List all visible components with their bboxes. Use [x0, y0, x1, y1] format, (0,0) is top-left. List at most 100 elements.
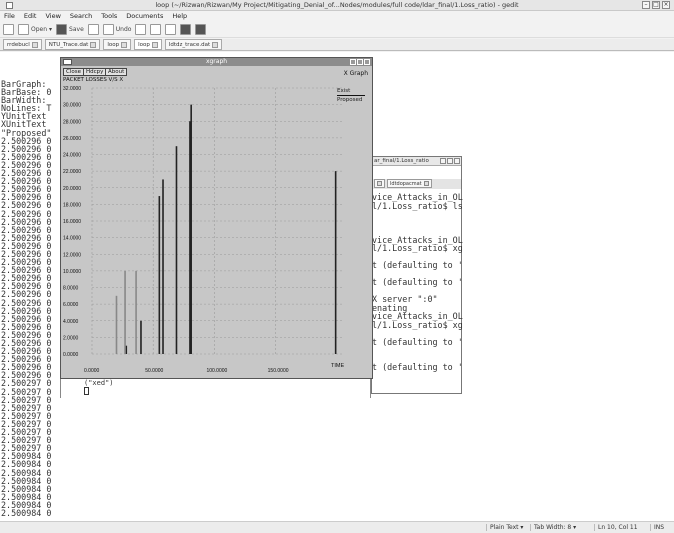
bar-chart: 0.0000 2.0000 4.0000 6.0000 8.0000 10.0000 12.… — [63, 86, 344, 374]
close-button[interactable]: × — [662, 1, 670, 9]
tab-label: loop — [138, 41, 150, 48]
tab-width-selector[interactable]: Tab Width: 8 ▾ — [530, 524, 579, 531]
find-button[interactable] — [180, 23, 192, 35]
maximize-button[interactable]: □ — [652, 1, 660, 9]
menu-tools[interactable]: Tools — [101, 12, 117, 21]
tab-label: ldtdz_trace.dat — [168, 41, 211, 48]
cut-button[interactable] — [150, 23, 162, 35]
close-icon[interactable] — [90, 41, 97, 48]
terminal-tab-2[interactable]: ldtdopacmat — [387, 179, 432, 188]
menu-edit[interactable]: Edit — [24, 12, 37, 21]
open-folder-icon — [18, 23, 29, 35]
x-tick-label: 0.0000 — [84, 368, 100, 374]
document-tabs: rrdebucl NTU_Trace.dat loop loop ldtdz_t… — [0, 39, 674, 51]
tab-label: rrdebucl — [7, 41, 30, 48]
terminal-line: t (defaulting to ' — [372, 260, 463, 270]
tab-loop-1[interactable]: loop — [103, 39, 132, 50]
y-tick-label: 22.0000 — [63, 169, 81, 175]
x-tick-label: 100.0000 — [206, 368, 227, 374]
y-tick-label: 14.0000 — [63, 236, 81, 242]
terminal-tab-1[interactable] — [374, 179, 385, 188]
close-icon[interactable] — [151, 41, 158, 48]
open-label: Open — [31, 25, 48, 33]
chevron-down-icon[interactable]: ▾ — [49, 26, 52, 33]
tab-ldtdz-trace[interactable]: ldtdz_trace.dat — [164, 39, 223, 50]
tab-label: loop — [107, 41, 120, 48]
close-icon[interactable] — [121, 41, 128, 48]
y-tick-label: 28.0000 — [63, 119, 81, 125]
replace-icon — [195, 23, 207, 35]
undo-button[interactable]: Undo — [102, 23, 131, 35]
terminal-line: t (defaulting to ' — [372, 362, 463, 372]
tab-ntu-trace[interactable]: NTU_Trace.dat — [44, 39, 101, 50]
menu-view[interactable]: View — [45, 12, 60, 21]
terminal-line: t (defaulting to ' — [372, 277, 463, 287]
terminal-line: l/1.Loss_ratio$ ls — [372, 200, 463, 211]
text-cursor — [84, 387, 89, 395]
terminal-line: l/1.Loss_ratio$ xg — [372, 243, 463, 253]
terminal-output: vice_Attacks_in_OL l/1.Loss_ratio$ ls vic… — [372, 193, 463, 372]
close-icon[interactable] — [31, 41, 38, 48]
tab-loop-2[interactable]: loop — [134, 39, 162, 50]
x-axis-label: TIME — [331, 363, 344, 369]
y-tick-label: 24.0000 — [63, 153, 81, 159]
new-document-icon — [3, 23, 14, 35]
open-button[interactable]: Open ▾ — [18, 23, 52, 35]
terminal-line: l/1.Loss_ratio$ xg — [372, 319, 463, 330]
terminal-tab-label: ldtdopacmat — [390, 180, 422, 187]
editor-text[interactable]: BarGraph: BarBase: 0 BarWidth: NoLines: T YU… — [1, 80, 51, 517]
print-icon — [87, 23, 99, 35]
editor-line[interactable]: 2.500984 0 — [1, 509, 51, 517]
bar — [158, 196, 161, 354]
replace-button[interactable] — [195, 23, 207, 35]
menu-bar: File Edit View Search Tools Documents He… — [0, 12, 674, 21]
save-label: Save — [69, 25, 84, 33]
minimize-button[interactable] — [440, 158, 446, 164]
xgraph-window[interactable]: xgraph Close Hdcpy About X Graph PACKET … — [60, 57, 373, 379]
menu-documents[interactable]: Documents — [126, 12, 163, 21]
binoculars-icon — [180, 23, 192, 35]
status-bar: Plain Text ▾ Tab Width: 8 ▾ Ln 10, Col 1… — [0, 521, 674, 533]
terminal-window[interactable]: ar_final/1.Loss_ratio ldtdopacmat vice_A… — [371, 156, 463, 394]
language-selector[interactable]: Plain Text ▾ — [486, 524, 526, 531]
close-icon[interactable] — [423, 181, 429, 186]
bar — [135, 270, 137, 354]
insert-mode: INS — [650, 524, 667, 531]
language-label: Plain Text — [490, 524, 519, 531]
save-icon — [56, 23, 68, 35]
redo-button[interactable] — [135, 23, 147, 35]
bar — [162, 179, 164, 354]
tab-label: NTU_Trace.dat — [48, 41, 89, 48]
copy-icon — [165, 23, 177, 35]
y-tick-label: 26.0000 — [63, 136, 81, 142]
y-tick-label: 18.0000 — [63, 202, 81, 208]
undo-icon — [102, 23, 114, 35]
close-icon[interactable] — [212, 41, 219, 48]
copy-button[interactable] — [165, 23, 177, 35]
window-title: loop (~/Rizwan/Rizwan/My Project/Mitigat… — [155, 1, 519, 9]
terminal-tabs: ldtdopacmat — [372, 179, 461, 189]
tab-width-label: Tab Width: 8 — [534, 524, 572, 531]
menu-search[interactable]: Search — [70, 12, 92, 21]
save-button[interactable]: Save — [56, 23, 84, 35]
y-tick-label: 2.0000 — [63, 335, 79, 341]
terminal-input-area[interactable]: ("xed") — [60, 378, 371, 398]
menu-file[interactable]: File — [4, 12, 15, 21]
menu-help[interactable]: Help — [172, 12, 187, 21]
maximize-button[interactable] — [447, 158, 453, 164]
close-icon[interactable] — [377, 181, 382, 186]
cut-icon — [150, 23, 162, 35]
y-tick-label: 16.0000 — [63, 219, 81, 225]
y-tick-label: 30.0000 — [63, 103, 81, 109]
bar — [140, 320, 142, 354]
tab-rrdebucl[interactable]: rrdebucl — [3, 39, 42, 50]
terminal-input-text: ("xed") — [84, 379, 114, 387]
y-tick-label: 6.0000 — [63, 302, 79, 308]
print-button[interactable] — [87, 23, 99, 35]
close-button[interactable] — [454, 158, 460, 164]
minimize-button[interactable]: – — [642, 1, 650, 9]
y-tick-label: 20.0000 — [63, 186, 81, 192]
new-button[interactable] — [3, 23, 14, 35]
